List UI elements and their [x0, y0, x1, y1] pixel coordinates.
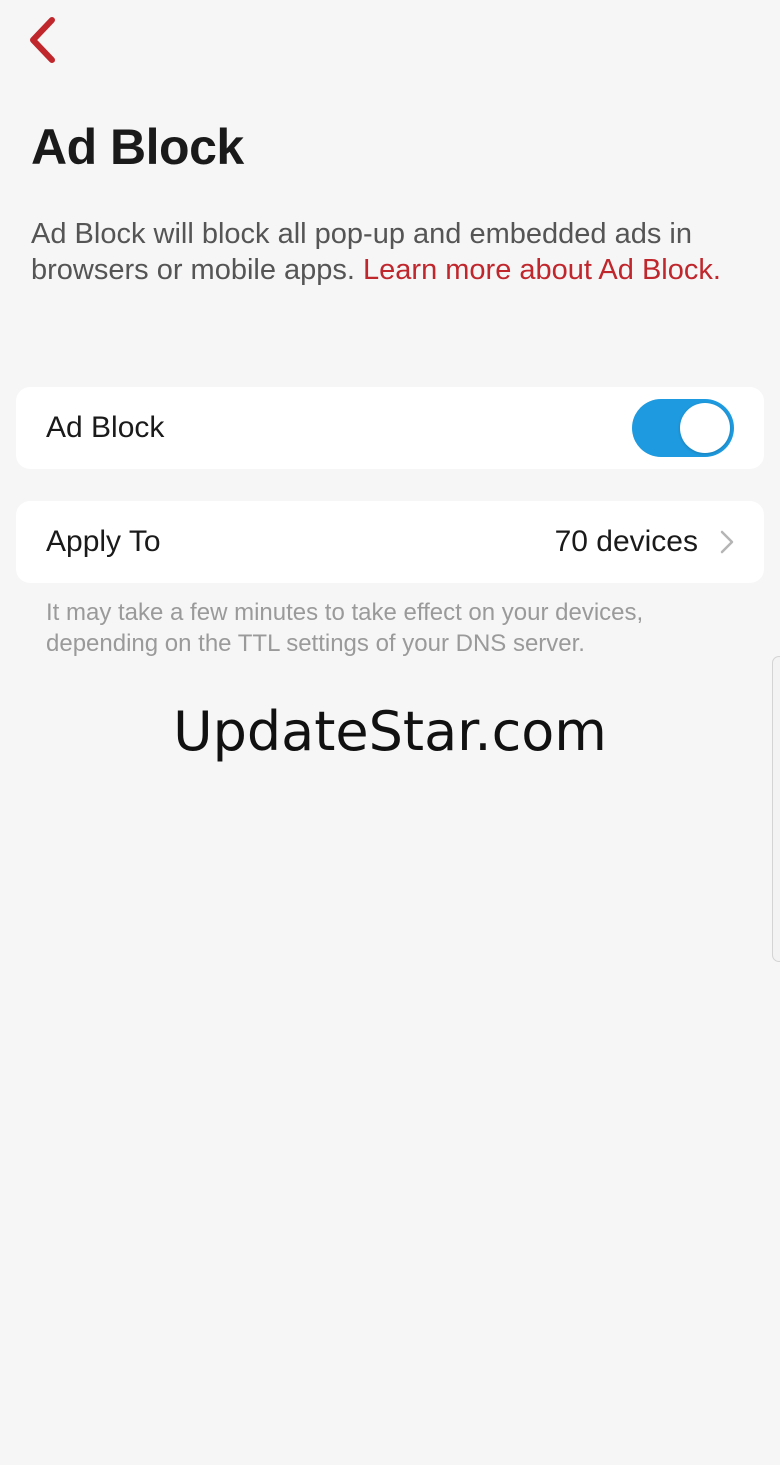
toggle-knob — [680, 403, 730, 453]
adblock-label: Ad Block — [46, 411, 165, 444]
back-button[interactable] — [14, 12, 70, 68]
watermark: UpdateStar.com — [173, 700, 607, 763]
description: Ad Block will block all pop-up and embed… — [31, 216, 741, 288]
chevron-right-icon — [720, 530, 734, 554]
apply-to-value: 70 devices — [554, 525, 698, 558]
chevron-left-icon — [30, 17, 55, 63]
side-panel-handle[interactable] — [772, 656, 780, 962]
apply-to-row[interactable]: Apply To 70 devices — [16, 501, 764, 583]
adblock-setting-row: Ad Block — [16, 387, 764, 469]
learn-more-link[interactable]: Learn more about Ad Block. — [363, 254, 721, 286]
ttl-note: It may take a few minutes to take effect… — [46, 599, 644, 657]
adblock-toggle[interactable] — [632, 399, 734, 457]
page-title: Ad Block — [31, 119, 244, 175]
apply-to-label: Apply To — [46, 525, 161, 558]
